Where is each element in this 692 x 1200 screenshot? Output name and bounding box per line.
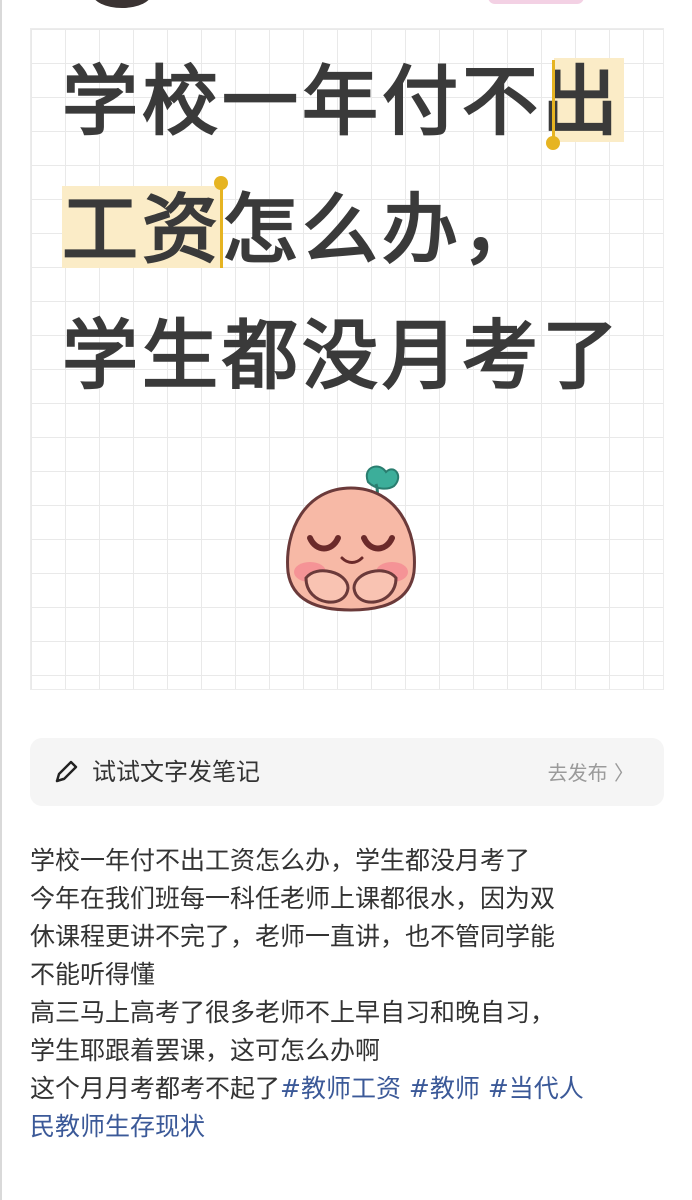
compose-hint-text[interactable]: 试试文字发笔记 [92, 756, 260, 788]
follow-button[interactable] [488, 0, 584, 4]
hashtag-link[interactable]: #教师 [409, 1074, 480, 1103]
title-segment: 学校一年付不 [62, 57, 542, 146]
note-title-line-1: 学校一年付不出 [62, 64, 622, 140]
publish-link[interactable]: 去发布 〉 [548, 758, 634, 788]
selection-handle[interactable] [214, 176, 228, 190]
post-line: 高三马上高考了很多老师不上早自习和晚自习， [30, 998, 556, 1027]
post-line: 学校一年付不出工资怎么办，学生都没月考了 [30, 846, 531, 875]
hashtag-link[interactable]: #当代人 [488, 1074, 584, 1103]
post-body: 学校一年付不出工资怎么办，学生都没月考了 今年在我们班每一科任老师上课都很水，因… [30, 842, 666, 1146]
post-line: 学生耶跟着罢课，这可怎么办啊 [30, 1036, 381, 1065]
hashtag-link[interactable]: 民教师生存现状 [30, 1112, 205, 1141]
post-line: 今年在我们班每一科任老师上课都很水，因为双 [30, 884, 556, 913]
post-line: 休课程更讲不完了，老师一直讲，也不管同学能 [30, 922, 556, 951]
note-title-line-3: 学生都没月考了 [62, 318, 622, 394]
title-segment: 怎么办， [222, 185, 542, 274]
note-title-line-2: 工资怎么办， [62, 192, 542, 268]
selection-handle[interactable] [546, 136, 560, 150]
title-segment-highlighted: 工资 [62, 185, 222, 274]
selection-cursor [552, 60, 555, 142]
title-segment: 学生都没月考了 [62, 311, 622, 400]
hashtag-continuation[interactable]: 民教师生存现状 [30, 1108, 666, 1146]
left-divider [0, 0, 2, 1200]
pencil-icon [55, 760, 78, 783]
hashtag-link[interactable]: #教师工资 [280, 1074, 401, 1103]
peach-mascot-icon [286, 465, 416, 612]
selection-cursor [220, 186, 223, 268]
post-line: 不能听得懂 [30, 960, 156, 989]
post-line-with-tags: 这个月月考都考不起了#教师工资 #教师 #当代人 [30, 1070, 666, 1108]
post-line: 这个月月考都考不起了 [30, 1074, 281, 1103]
